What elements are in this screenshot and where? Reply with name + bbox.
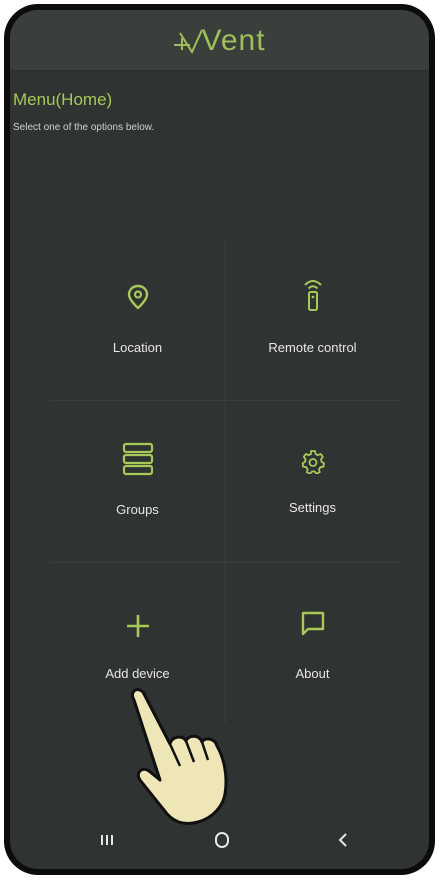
menu-item-location[interactable]: Location	[50, 238, 225, 400]
plus-icon	[126, 614, 150, 643]
menu-item-label: Remote control	[268, 340, 357, 355]
menu-item-label: Settings	[289, 500, 336, 515]
location-pin-icon	[127, 284, 149, 315]
gear-icon	[301, 450, 325, 479]
logo-mark-icon	[173, 28, 203, 55]
logo-text: Vent	[201, 24, 266, 57]
remote-control-icon	[302, 278, 324, 317]
menu-item-groups[interactable]: Groups	[50, 400, 225, 562]
menu-item-label: About	[295, 666, 330, 681]
page-title: Menu(Home)	[13, 90, 113, 109]
menu-item-label: Groups	[116, 502, 159, 517]
app-header: Vent	[10, 10, 429, 71]
app-logo: Vent	[173, 24, 265, 58]
phone-frame: Vent Menu(Home) Select one of the option…	[4, 4, 435, 875]
chat-bubble-icon	[300, 610, 326, 643]
page-subtitle: Select one of the options below.	[13, 122, 155, 133]
menu-item-settings[interactable]: Settings	[225, 400, 400, 562]
recent-apps-icon	[101, 835, 113, 845]
menu-grid: Location Remote control Groups Settings …	[50, 238, 400, 724]
back-button[interactable]	[328, 828, 358, 852]
back-chevron-icon	[338, 833, 347, 847]
hand-pointer-icon	[112, 684, 252, 834]
menu-item-label: Location	[112, 340, 163, 355]
groups-list-icon	[122, 442, 154, 481]
menu-item-remote-control[interactable]: Remote control	[225, 238, 400, 400]
menu-item-label: Add device	[105, 666, 170, 681]
